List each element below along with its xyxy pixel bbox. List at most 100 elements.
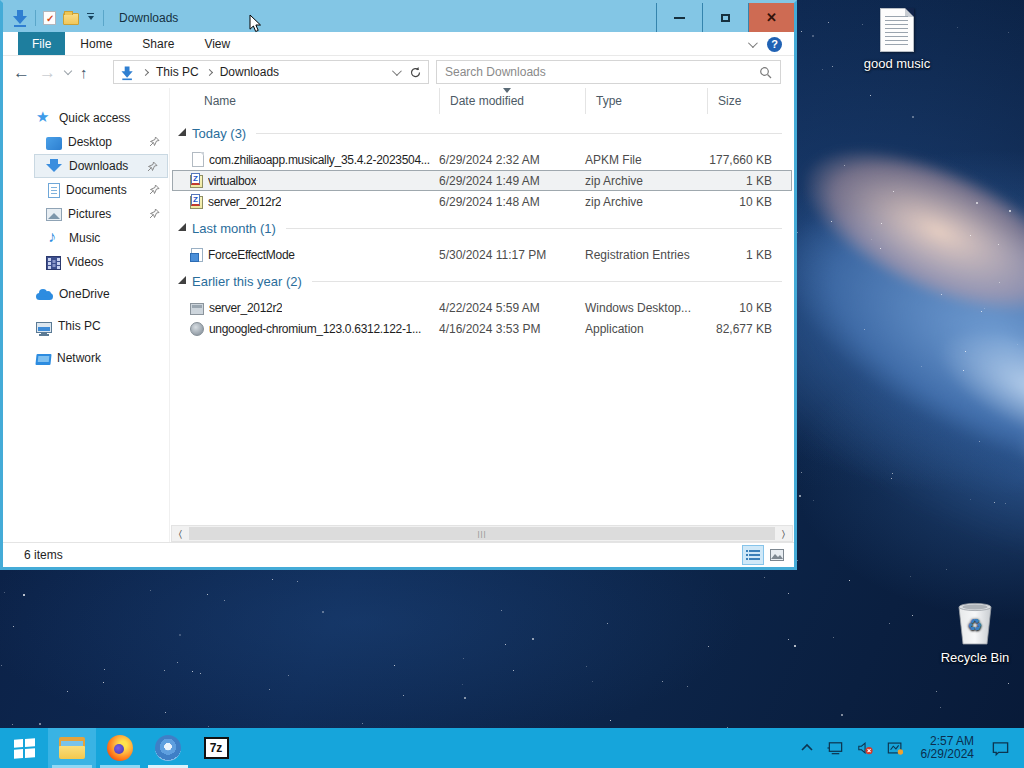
file-group: Earlier this year (2) server_2012r24/22/2… (170, 270, 794, 339)
desktop-icon (46, 137, 62, 150)
sidebar-item-downloads[interactable]: Downloads (34, 154, 168, 178)
pin-icon (149, 136, 160, 147)
address-dropdown-chevron-icon[interactable] (392, 66, 402, 76)
file-file-icon (192, 152, 204, 167)
explorer-window: Downloads ✕ FileHomeShareView ? ← → ↑ Th… (0, 0, 797, 570)
file-row[interactable]: server_2012r24/22/2024 5:59 AMWindows De… (172, 297, 792, 318)
address-bar[interactable]: This PC Downloads (113, 60, 429, 84)
file-row[interactable]: com.zhiliaoapp.musically_35.4.2-2023504.… (172, 149, 792, 170)
group-header[interactable]: Today (3) (170, 122, 794, 144)
file-list: Today (3) com.zhiliaoapp.musically_35.4.2… (170, 114, 794, 525)
ribbon-tab-share[interactable]: Share (127, 32, 189, 55)
breadcrumb-this-pc[interactable]: This PC (156, 65, 199, 79)
sidebar-item-desktop[interactable]: Desktop (3, 130, 169, 154)
scroll-right-arrow[interactable]: 〉 (775, 526, 792, 541)
taskbar-firefox[interactable] (96, 728, 144, 768)
tray-expand-chevron-icon[interactable] (800, 741, 814, 755)
status-bar: 6 items (3, 542, 794, 567)
taskbar-7zip[interactable]: 7z (192, 728, 240, 768)
ribbon-tab-file[interactable]: File (18, 32, 65, 55)
file-type: zip Archive (585, 174, 707, 188)
file-name-cell: ungoogled-chromium_123.0.6312.122-1... (173, 321, 439, 336)
close-button[interactable]: ✕ (748, 3, 794, 32)
sidebar-item-pictures[interactable]: Pictures (3, 202, 169, 226)
ribbon-tab-home[interactable]: Home (65, 32, 127, 55)
pc-icon (36, 322, 52, 333)
group-header[interactable]: Earlier this year (2) (170, 270, 794, 292)
sidebar-item-music[interactable]: Music (3, 226, 169, 250)
collapse-triangle-icon[interactable] (178, 276, 186, 284)
zip-file-icon (190, 175, 203, 188)
window-title: Downloads (119, 11, 178, 25)
new-folder-icon[interactable] (63, 13, 79, 25)
file-row[interactable]: ForceEffectMode5/30/2024 11:17 PMRegistr… (172, 244, 792, 265)
firefox-icon (107, 735, 133, 761)
sidebar-item-label: This PC (58, 319, 101, 333)
properties-icon[interactable] (43, 11, 56, 25)
back-button[interactable]: ← (13, 64, 30, 81)
collapse-triangle-icon[interactable] (178, 223, 186, 231)
file-name-cell: server_2012r2 (173, 301, 439, 315)
column-header-name[interactable]: Name (170, 88, 440, 114)
column-header-date-modified[interactable]: Date modified (440, 88, 586, 114)
details-view-button[interactable] (742, 545, 764, 565)
taskbar-file-explorer[interactable] (48, 728, 96, 768)
large-icons-view-button[interactable] (766, 545, 788, 565)
file-row[interactable]: ungoogled-chromium_123.0.6312.122-1...4/… (172, 318, 792, 339)
column-header-type[interactable]: Type (586, 88, 708, 114)
navigation-bar: ← → ↑ This PC Downloads (3, 56, 794, 88)
file-row[interactable]: server_2012r26/29/2024 1:48 AMzip Archiv… (172, 191, 792, 212)
help-icon[interactable]: ? (767, 37, 782, 52)
refresh-icon[interactable] (409, 66, 422, 79)
recent-locations-chevron-icon[interactable] (64, 66, 72, 74)
desktop-icon-label: good music (859, 56, 935, 71)
column-header-size[interactable]: Size (708, 88, 794, 114)
chromium-icon (155, 735, 181, 761)
maximize-button[interactable] (702, 3, 748, 32)
sidebar-item-network[interactable]: Network (3, 346, 169, 370)
horizontal-scrollbar[interactable]: 〈 ||| 〉 (171, 525, 793, 542)
breadcrumb-downloads[interactable]: Downloads (220, 65, 279, 79)
file-type: Registration Entries (585, 248, 707, 262)
search-box[interactable] (436, 60, 781, 84)
sidebar-item-quick-access[interactable]: Quick access (3, 106, 169, 130)
group-header[interactable]: Last month (1) (170, 217, 794, 239)
group-label: Today (3) (192, 126, 246, 141)
scroll-left-arrow[interactable]: 〈 (172, 526, 189, 541)
file-name: ungoogled-chromium_123.0.6312.122-1... (209, 322, 421, 336)
desktop-icon-good-music[interactable]: good music (859, 8, 935, 71)
windows-logo-icon (14, 738, 35, 758)
sidebar-item-onedrive[interactable]: OneDrive (3, 282, 169, 306)
file-row[interactable]: virtualbox6/29/2024 1:49 AMzip Archive1 … (172, 170, 792, 191)
pic-icon (46, 208, 62, 221)
desktop-icon-label: Recycle Bin (937, 650, 1013, 665)
search-input[interactable] (437, 65, 759, 79)
desktop-icon-recycle-bin[interactable]: ♻ Recycle Bin (937, 598, 1013, 665)
cloud-icon (36, 286, 53, 302)
pin-icon (149, 184, 160, 195)
file-date: 4/22/2024 5:59 AM (439, 301, 585, 315)
network-icon[interactable] (827, 740, 844, 756)
sidebar-item-label: Pictures (68, 207, 111, 221)
file-name: com.zhiliaoapp.musically_35.4.2-2023504.… (209, 153, 430, 167)
expand-ribbon-chevron-icon[interactable] (748, 38, 758, 48)
taskbar-clock[interactable]: 2:57 AM 6/29/2024 (921, 735, 974, 761)
sidebar-item-documents[interactable]: Documents (3, 178, 169, 202)
sidebar-item-videos[interactable]: Videos (3, 250, 169, 274)
collapse-triangle-icon[interactable] (178, 128, 186, 136)
volume-muted-icon[interactable] (857, 740, 874, 756)
minimize-button[interactable] (656, 3, 702, 32)
ribbon-tab-view[interactable]: View (189, 32, 245, 55)
start-button[interactable] (0, 728, 48, 768)
search-icon[interactable] (759, 66, 772, 79)
title-bar[interactable]: Downloads ✕ (3, 3, 794, 32)
scrollbar-thumb[interactable]: ||| (189, 527, 775, 540)
sidebar-item-this-pc[interactable]: This PC (3, 314, 169, 338)
forward-button[interactable]: → (39, 64, 56, 81)
customize-qat-chevron-icon[interactable] (86, 13, 96, 23)
action-center-icon[interactable] (991, 740, 1010, 757)
up-button[interactable]: ↑ (80, 65, 88, 80)
security-icon[interactable] (887, 740, 904, 756)
group-label: Last month (1) (192, 221, 276, 236)
taskbar-chromium[interactable] (144, 728, 192, 768)
